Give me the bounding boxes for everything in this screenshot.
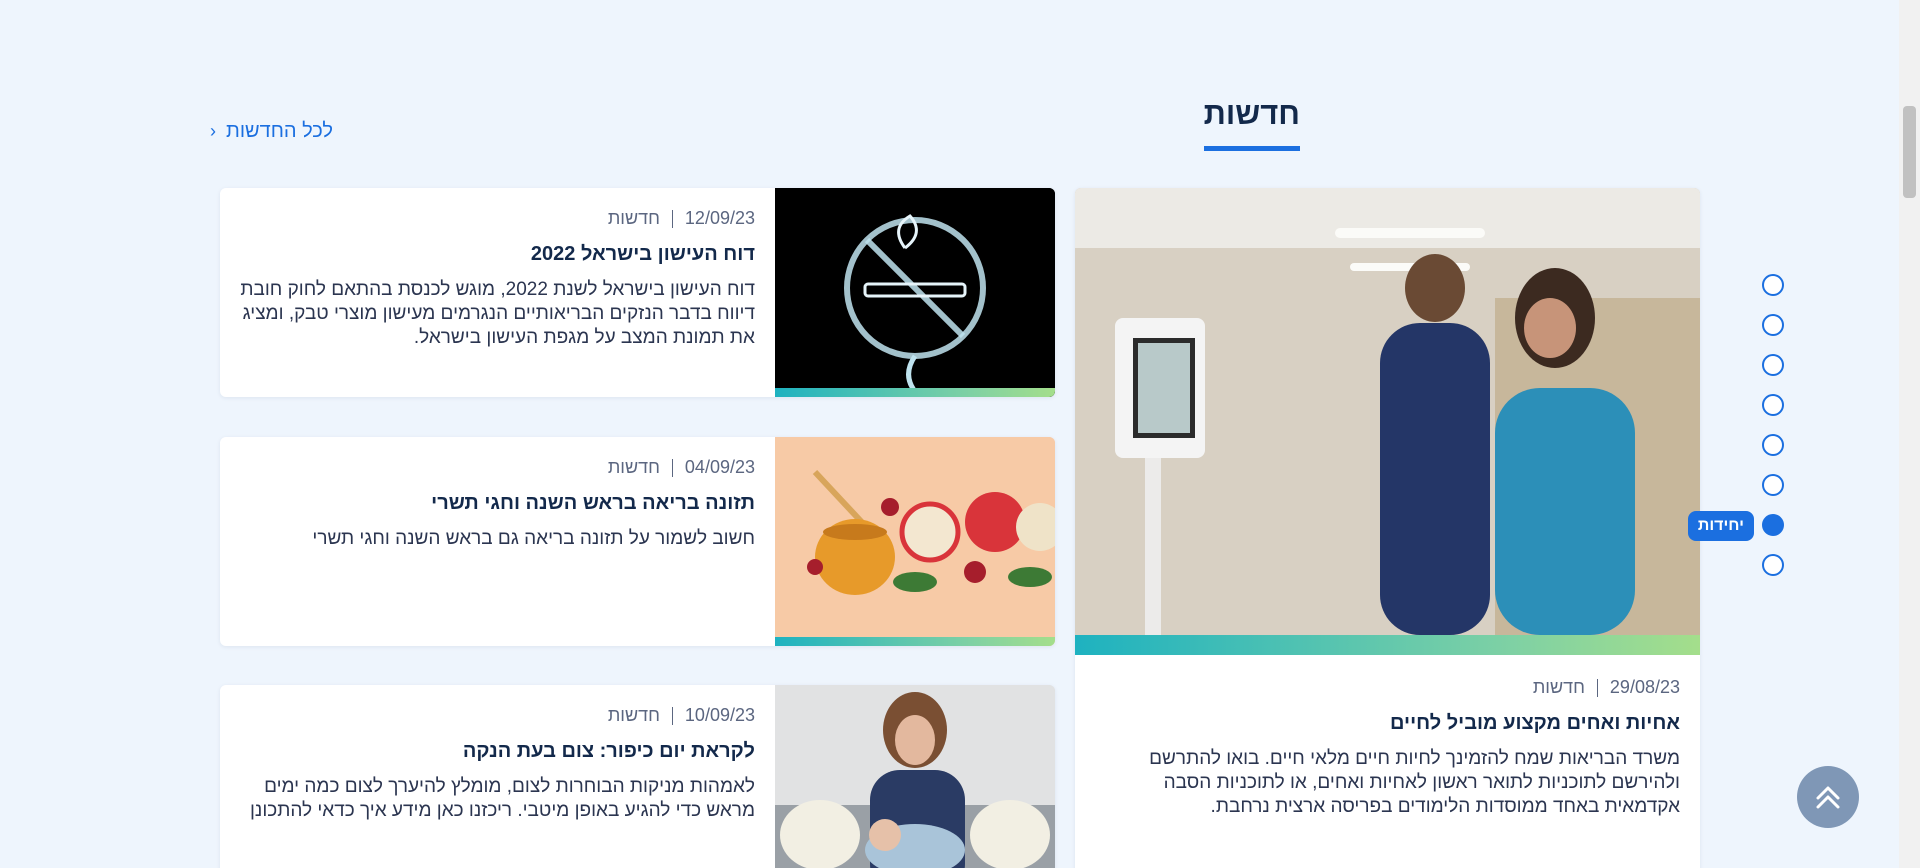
news-card[interactable]: 12/09/23 חדשות דוח העישון בישראל 2022 דו… — [220, 188, 1055, 397]
meta-divider — [1596, 678, 1598, 697]
section-dot[interactable] — [1762, 394, 1784, 416]
scrollbar-thumb[interactable] — [1903, 106, 1916, 198]
chevron-left-icon: ‹ — [210, 121, 216, 141]
news-card[interactable]: 04/09/23 חדשות תזונה בריאה בראש השנה וחג… — [220, 437, 1055, 646]
news-title: דוח העישון בישראל 2022 — [530, 243, 755, 265]
news-meta: 29/08/23 חדשות — [1095, 677, 1680, 698]
page-scrollbar[interactable] — [1899, 0, 1920, 868]
news-card[interactable]: 10/09/23 חדשות לקראת יום כיפור: צום בעת … — [220, 685, 1055, 868]
news-meta: 12/09/23 חדשות — [240, 208, 755, 229]
news-date: 04/09/23 — [684, 457, 755, 477]
news-thumbnail — [775, 188, 1055, 397]
section-dot[interactable] — [1762, 554, 1784, 576]
section-title: חדשות — [1203, 96, 1300, 151]
news-thumbnail — [775, 685, 1055, 868]
news-meta: 10/09/23 חדשות — [240, 705, 755, 726]
news-date: 10/09/23 — [684, 705, 755, 725]
apples-honey-image — [775, 437, 1055, 646]
no-smoking-image — [775, 188, 1055, 397]
section-dot[interactable] — [1762, 434, 1784, 456]
all-news-link[interactable]: לכל החדשות ‹ — [210, 120, 333, 143]
news-title: תזונה בריאה בראש השנה וחגי תשרי — [431, 492, 755, 514]
news-meta: 04/09/23 חדשות — [240, 457, 755, 478]
news-category: חדשות — [607, 705, 660, 725]
accent-bar — [1075, 635, 1700, 655]
meta-divider — [671, 209, 673, 228]
section-dot[interactable] — [1762, 474, 1784, 496]
section-dot-active[interactable]: יחידות — [1687, 511, 1784, 541]
accent-bar — [775, 637, 1055, 646]
news-description: משרד הבריאות שמח להזמינך לחיות חיים מלאי… — [1149, 748, 1680, 817]
featured-news-card[interactable]: 29/08/23 חדשות אחיות ואחים מקצוע מוביל ל… — [1075, 188, 1700, 868]
news-thumbnail — [775, 437, 1055, 646]
scroll-to-top-button[interactable] — [1797, 766, 1859, 828]
nurses-photo — [1075, 188, 1700, 635]
section-dot[interactable] — [1762, 274, 1784, 296]
news-category: חדשות — [607, 457, 660, 477]
meta-divider — [671, 458, 673, 477]
news-description: חשוב לשמור על תזונה בריאה גם בראש השנה ו… — [312, 528, 755, 549]
all-news-label: לכל החדשות — [226, 120, 333, 142]
news-description: לאמהות מניקות הבוחרות לצום, מומלץ להיערך… — [250, 776, 755, 821]
news-title: לקראת יום כיפור: צום בעת הנקה — [462, 740, 755, 762]
page: חדשות לכל החדשות ‹ 29/08/23 חדשות אחיות … — [0, 0, 1920, 868]
section-dot[interactable] — [1762, 354, 1784, 376]
news-date: 29/08/23 — [1609, 677, 1680, 697]
accent-bar — [775, 388, 1055, 397]
section-dot[interactable] — [1762, 314, 1784, 336]
meta-divider — [671, 706, 673, 725]
news-description: דוח העישון בישראל לשנת 2022, מוגש לכנסת … — [240, 279, 755, 348]
double-chevron-up-icon — [1816, 786, 1840, 809]
news-category: חדשות — [607, 208, 660, 228]
featured-image — [1075, 188, 1700, 635]
active-section-label: יחידות — [1687, 511, 1754, 541]
breastfeeding-image — [775, 685, 1055, 868]
news-category: חדשות — [1532, 677, 1585, 697]
news-title: אחיות ואחים מקצוע מוביל לחיים — [1390, 712, 1680, 734]
news-date: 12/09/23 — [684, 208, 755, 228]
